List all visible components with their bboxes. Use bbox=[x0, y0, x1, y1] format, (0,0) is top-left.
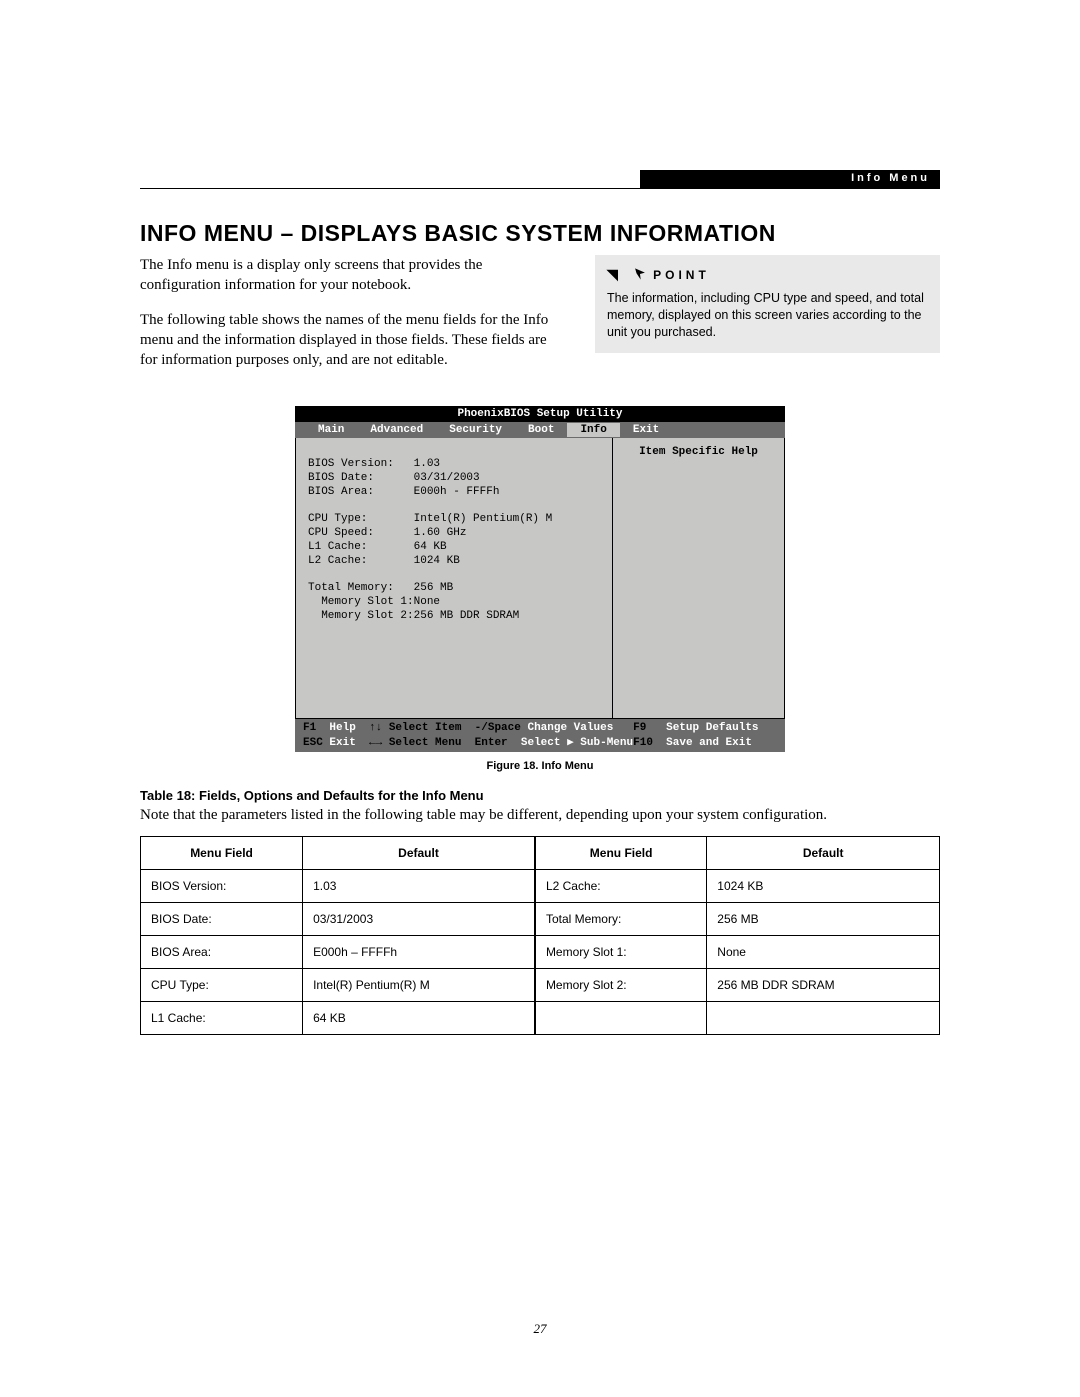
table-header: Menu Field bbox=[141, 836, 303, 869]
table-cell: None bbox=[707, 935, 940, 968]
table-row: BIOS Version:1.03L2 Cache:1024 KB bbox=[141, 869, 940, 902]
table-cell: 256 MB DDR SDRAM bbox=[707, 968, 940, 1001]
table-cell: CPU Type: bbox=[141, 968, 303, 1001]
bios-tab-advanced: Advanced bbox=[357, 423, 436, 437]
page-number: 27 bbox=[0, 1321, 1080, 1337]
table-cell: L2 Cache: bbox=[535, 869, 707, 902]
bios-tab-boot: Boot bbox=[515, 423, 567, 437]
table-row: CPU Type:Intel(R) Pentium(R) MMemory Slo… bbox=[141, 968, 940, 1001]
intro-paragraph-1: The Info menu is a display only screens … bbox=[140, 255, 565, 296]
bios-tabs: MainAdvancedSecurityBootInfoExit bbox=[295, 422, 785, 438]
point-body: The information, including CPU type and … bbox=[607, 290, 928, 341]
table-cell: BIOS Area: bbox=[141, 935, 303, 968]
bios-tab-exit: Exit bbox=[620, 423, 672, 437]
table-header: Default bbox=[303, 836, 535, 869]
point-icon bbox=[633, 267, 647, 281]
point-callout: POINT The information, including CPU typ… bbox=[595, 255, 940, 353]
table-cell: Memory Slot 1: bbox=[535, 935, 707, 968]
bios-tab-info: Info bbox=[567, 423, 619, 437]
bios-screenshot: PhoenixBIOS Setup Utility MainAdvancedSe… bbox=[295, 406, 785, 752]
table-cell: BIOS Date: bbox=[141, 902, 303, 935]
bios-help-panel: Item Specific Help bbox=[612, 438, 784, 718]
bios-main-panel: BIOS Version: 1.03 BIOS Date: 03/31/2003… bbox=[296, 438, 612, 718]
table-title: Table 18: Fields, Options and Defaults f… bbox=[140, 788, 940, 803]
figure-caption: Figure 18. Info Menu bbox=[140, 760, 940, 772]
table-cell bbox=[707, 1001, 940, 1034]
table-cell: 03/31/2003 bbox=[303, 902, 535, 935]
table-cell: 1024 KB bbox=[707, 869, 940, 902]
bios-footer: F1 Help ↑↓ Select Item -/Space Change Va… bbox=[295, 719, 785, 752]
point-label: POINT bbox=[653, 268, 710, 282]
table-cell bbox=[535, 1001, 707, 1034]
table-cell: 256 MB bbox=[707, 902, 940, 935]
table-row: BIOS Date:03/31/2003Total Memory:256 MB bbox=[141, 902, 940, 935]
table-cell: L1 Cache: bbox=[141, 1001, 303, 1034]
table-header: Menu Field bbox=[535, 836, 707, 869]
bios-tab-security: Security bbox=[436, 423, 515, 437]
bios-title: PhoenixBIOS Setup Utility bbox=[295, 406, 785, 422]
table-cell: 1.03 bbox=[303, 869, 535, 902]
table-cell: Memory Slot 2: bbox=[535, 968, 707, 1001]
bios-tab-main: Main bbox=[305, 423, 357, 437]
page-title: INFO MENU – DISPLAYS BASIC SYSTEM INFORM… bbox=[140, 220, 940, 247]
horizontal-rule bbox=[140, 188, 940, 189]
table-cell: Total Memory: bbox=[535, 902, 707, 935]
table-cell: BIOS Version: bbox=[141, 869, 303, 902]
intro-paragraph-2: The following table shows the names of t… bbox=[140, 310, 565, 371]
info-fields-table: Menu FieldDefaultMenu FieldDefault BIOS … bbox=[140, 836, 940, 1035]
table-cell: Intel(R) Pentium(R) M bbox=[303, 968, 535, 1001]
section-header-bar: Info Menu bbox=[640, 170, 940, 188]
table-header: Default bbox=[707, 836, 940, 869]
table-note: Note that the parameters listed in the f… bbox=[140, 807, 940, 824]
table-cell: 64 KB bbox=[303, 1001, 535, 1034]
table-row: BIOS Area:E000h – FFFFhMemory Slot 1:Non… bbox=[141, 935, 940, 968]
table-row: L1 Cache:64 KB bbox=[141, 1001, 940, 1034]
table-cell: E000h – FFFFh bbox=[303, 935, 535, 968]
